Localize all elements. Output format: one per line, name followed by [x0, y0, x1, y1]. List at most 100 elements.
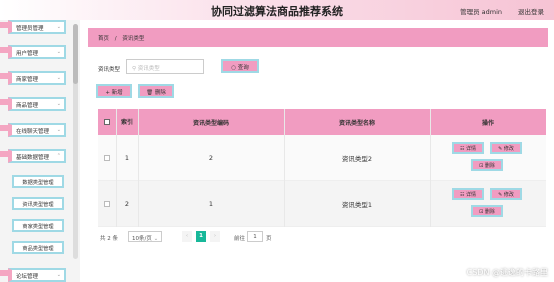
header-index: 索引	[120, 118, 133, 126]
edit-button[interactable]: ✎ 修改	[490, 142, 522, 154]
sidebar-item-chat[interactable]: 在线聊天管理 ⌄	[8, 123, 66, 137]
checkbox[interactable]	[104, 119, 110, 125]
breadcrumb: 首页 / 资讯类型	[88, 28, 548, 47]
cell-index: 2	[124, 200, 130, 208]
cell-code: 1	[208, 200, 214, 208]
table-row: 2 1 资讯类型1 ☷ 详情 ✎ 修改 ⊡ 删除	[98, 181, 546, 227]
header-select-all[interactable]	[98, 109, 116, 135]
sidebar-accent	[0, 270, 8, 276]
chevron-down-icon: ⌄	[56, 49, 61, 55]
delete-button-label: 删除	[154, 90, 166, 96]
row-delete-button[interactable]: ⊡ 删除	[471, 159, 503, 171]
chevron-down-icon: ⌄	[56, 272, 61, 278]
next-page-button[interactable]: ›	[210, 231, 220, 242]
page-number-current[interactable]: 1	[196, 231, 206, 242]
sidebar-item-label: 管理员管理	[16, 26, 44, 32]
row-delete-button[interactable]: ⊡ 删除	[471, 205, 503, 217]
sidebar-subitem-product-type[interactable]: 商品类型管理	[12, 241, 64, 254]
sidebar-item-admin[interactable]: 管理员管理 ⌄	[8, 20, 66, 34]
sidebar-accent	[0, 22, 8, 28]
page-size-select[interactable]: 10条/页 ⌄	[128, 231, 162, 242]
cell-code: 2	[208, 154, 214, 162]
logout-link[interactable]: 退出登录	[518, 6, 544, 16]
detail-label: 详情	[466, 192, 477, 198]
row-select[interactable]	[98, 181, 116, 227]
cell-name: 资讯类型2	[341, 155, 373, 163]
sidebar-subitem-merchant-type[interactable]: 商家类型管理	[12, 219, 64, 232]
delete-button[interactable]: 🗑 删除	[138, 84, 174, 98]
chevron-down-icon: ⌄	[56, 101, 61, 107]
edit-label: 修改	[503, 146, 514, 152]
search-placeholder: 资讯类型	[137, 66, 160, 72]
checkbox[interactable]	[104, 155, 110, 161]
row-select[interactable]	[98, 135, 116, 181]
breadcrumb-separator: /	[114, 36, 117, 42]
search-button[interactable]: ○ 查询	[221, 59, 259, 73]
info-icon: ☷	[459, 192, 465, 198]
breadcrumb-current: 资讯类型	[122, 36, 145, 42]
pagination-total: 共 2 条	[100, 236, 118, 242]
table-row: 1 2 资讯类型2 ☷ 详情 ✎ 修改 ⊡ 删除	[98, 135, 546, 181]
chevron-down-icon: ⌄	[56, 24, 61, 30]
sidebar-item-label: 论坛管理	[16, 274, 39, 280]
current-user: 管理员 admin	[460, 8, 502, 16]
trash-icon: ⊡	[479, 163, 484, 169]
search-input[interactable]: ⚲ 资讯类型	[126, 59, 204, 74]
search-button-label: 查询	[237, 65, 249, 71]
sidebar-item-forum[interactable]: 论坛管理 ⌄	[8, 268, 66, 282]
sidebar-scrollbar[interactable]	[73, 24, 78, 259]
header-code: 资讯类型编码	[192, 119, 229, 127]
sidebar-accent	[0, 99, 8, 105]
goto-label: 前往	[234, 236, 246, 242]
search-label: 资讯类型	[98, 67, 121, 73]
sidebar-item-label: 在线聊天管理	[16, 129, 50, 135]
column-divider	[138, 109, 139, 227]
search-icon: ○	[231, 65, 237, 71]
detail-button[interactable]: ☷ 详情	[452, 142, 484, 154]
sidebar-item-label: 商品管理	[16, 103, 39, 109]
column-divider	[284, 109, 285, 227]
edit-button[interactable]: ✎ 修改	[490, 188, 522, 200]
sidebar-accent	[0, 151, 8, 157]
breadcrumb-home[interactable]: 首页	[98, 36, 109, 42]
add-button-label: 新增	[111, 90, 123, 96]
sidebar-accent	[0, 73, 8, 79]
sidebar-subitem-news-type[interactable]: 资讯类型管理	[12, 197, 64, 210]
trash-icon: 🗑	[146, 90, 154, 96]
sidebar-item-label: 基础数据管理	[16, 155, 50, 161]
edit-icon: ✎	[498, 146, 503, 152]
add-button[interactable]: + 新增	[96, 84, 132, 98]
column-divider	[116, 109, 117, 227]
table-header: 索引 资讯类型编码 资讯类型名称 操作	[98, 109, 546, 135]
trash-icon: ⊡	[479, 209, 484, 215]
info-icon: ☷	[459, 146, 465, 152]
sidebar-item-users[interactable]: 用户管理 ⌄	[8, 45, 66, 59]
column-divider	[430, 109, 431, 227]
sidebar-item-label: 商家管理	[16, 77, 39, 83]
goto-page-input[interactable]: 1	[247, 231, 263, 242]
sidebar-item-label: 用户管理	[16, 51, 39, 57]
watermark: CSDN @逃逸的卡路里	[466, 268, 548, 277]
sidebar-item-merchants[interactable]: 商家管理 ⌄	[8, 71, 66, 85]
edit-label: 修改	[503, 192, 514, 198]
delete-label: 删除	[484, 209, 495, 215]
sidebar-accent	[0, 47, 8, 53]
sidebar-item-base-data[interactable]: 基础数据管理 ⌃	[8, 149, 66, 163]
prev-page-button[interactable]: ‹	[182, 231, 192, 242]
chevron-up-icon: ⌃	[56, 153, 61, 159]
detail-label: 详情	[466, 146, 477, 152]
cell-name: 资讯类型1	[341, 201, 373, 209]
main-content: 首页 / 资讯类型 资讯类型 ⚲ 资讯类型 ○ 查询 + 新增 🗑 删除 索引 …	[88, 28, 548, 282]
cell-index: 1	[124, 154, 130, 162]
chevron-down-icon: ⌄	[153, 236, 159, 242]
top-header: 协同过滤算法商品推荐系统 管理员 admin 退出登录	[0, 0, 554, 20]
sidebar-subitem-data-type[interactable]: 数据类型管理	[12, 175, 64, 188]
detail-button[interactable]: ☷ 详情	[452, 188, 484, 200]
sidebar-item-products[interactable]: 商品管理 ⌄	[8, 97, 66, 111]
header-name: 资讯类型名称	[338, 119, 375, 127]
sidebar-accent	[0, 125, 8, 131]
chevron-down-icon: ⌄	[56, 127, 61, 133]
scrollbar-thumb[interactable]	[73, 24, 78, 84]
chevron-down-icon: ⌄	[56, 75, 61, 81]
checkbox[interactable]	[104, 201, 110, 207]
